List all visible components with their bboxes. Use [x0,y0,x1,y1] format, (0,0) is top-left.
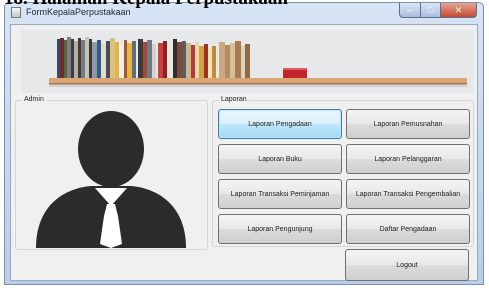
laporan-pengadaan-button[interactable]: Laporan Pengadaan [218,109,342,139]
form-client-area: Admin Laporan Laporan Pengadaan Laporan … [10,24,478,281]
admin-groupbox: Admin [15,95,208,250]
bookshelf-illustration [21,30,474,93]
user-silhouette-icon [36,111,186,248]
laporan-transaksi-pengembalian-button[interactable]: Laporan Transaksi Pengembalian [346,179,470,209]
app-window: FormKepalaPerpustakaan – □ ✕ Admin Lapor… [4,2,484,285]
laporan-transaksi-peminjaman-button[interactable]: Laporan Transaksi Peminjaman [218,179,342,209]
laporan-pemusnahan-button[interactable]: Laporan Pemusnahan [346,109,470,139]
laporan-pelanggaran-button[interactable]: Laporan Pelanggaran [346,144,470,174]
laporan-groupbox: Laporan Laporan Pengadaan Laporan Pemusn… [212,95,474,247]
bookshelf-banner-image [21,30,474,93]
laporan-buku-button[interactable]: Laporan Buku [218,144,342,174]
logout-button[interactable]: Logout [345,249,469,281]
document-heading: 18. Halaman Kepala Perpustakaan [0,0,489,10]
laporan-pengunjung-button[interactable]: Laporan Pengunjung [218,214,342,244]
admin-groupbox-label: Admin [22,95,46,105]
laporan-groupbox-label: Laporan [219,95,249,105]
daftar-pengadaan-button[interactable]: Daftar Pengadaan [346,214,470,244]
